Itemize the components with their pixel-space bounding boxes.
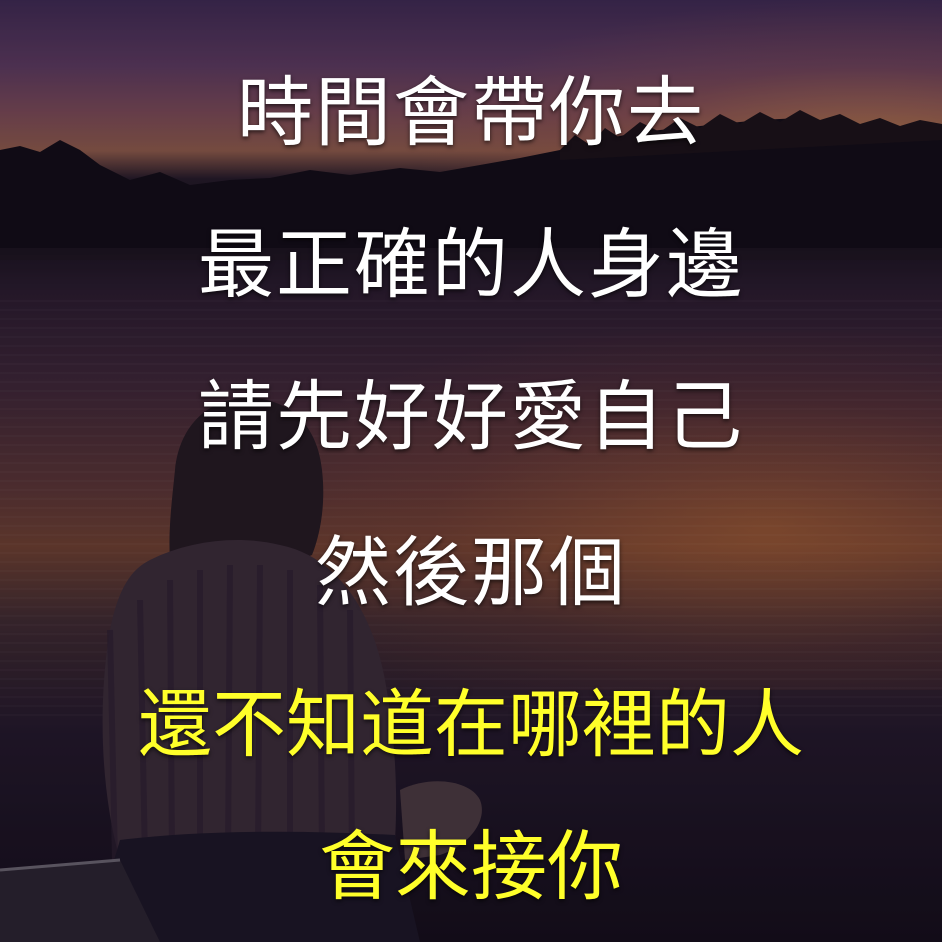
background-photo: 時間會帶你去 最正確的人身邊 請先好好愛自己 然後那個 還不知道在哪裡的人 會來… xyxy=(0,0,942,942)
quote-line-5: 還不知道在哪裡的人 xyxy=(138,682,804,768)
quote-line-2: 最正確的人身邊 xyxy=(198,220,744,309)
quote-line-6: 會來接你 xyxy=(319,822,623,911)
quote-line-3: 請先好好愛自己 xyxy=(198,372,744,461)
quote-line-1: 時間會帶你去 xyxy=(237,68,705,157)
quote-line-4: 然後那個 xyxy=(315,528,627,617)
